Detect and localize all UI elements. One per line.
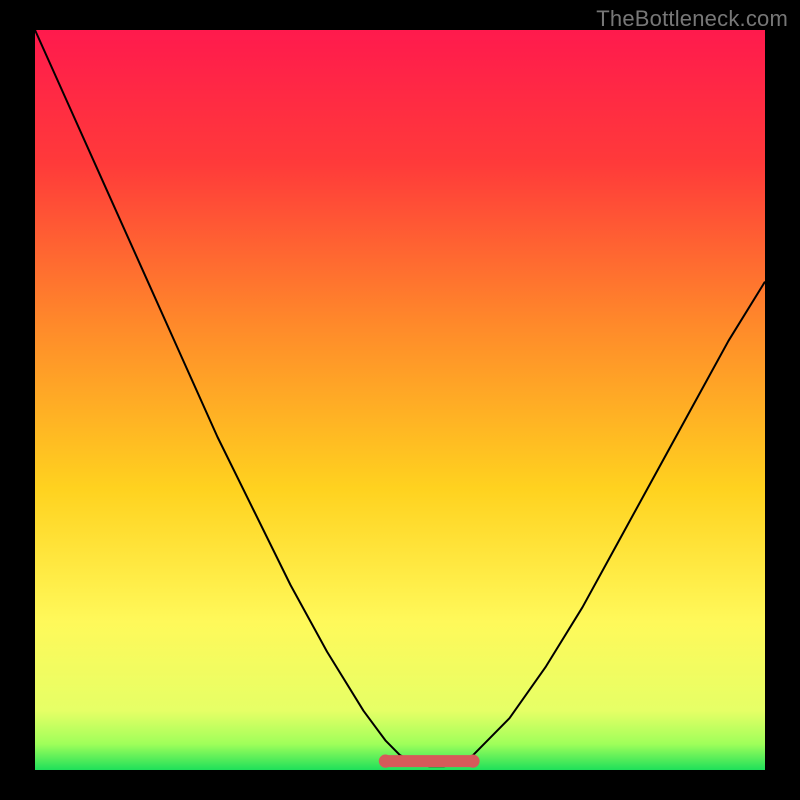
chart-canvas: TheBottleneck.com: [0, 0, 800, 800]
chart-svg: [0, 0, 800, 800]
annotation-valley_marker-endpoint-1: [466, 755, 479, 768]
plot-background: [35, 30, 765, 770]
annotation-valley_marker-endpoint-0: [379, 755, 392, 768]
watermark-text: TheBottleneck.com: [596, 6, 788, 32]
